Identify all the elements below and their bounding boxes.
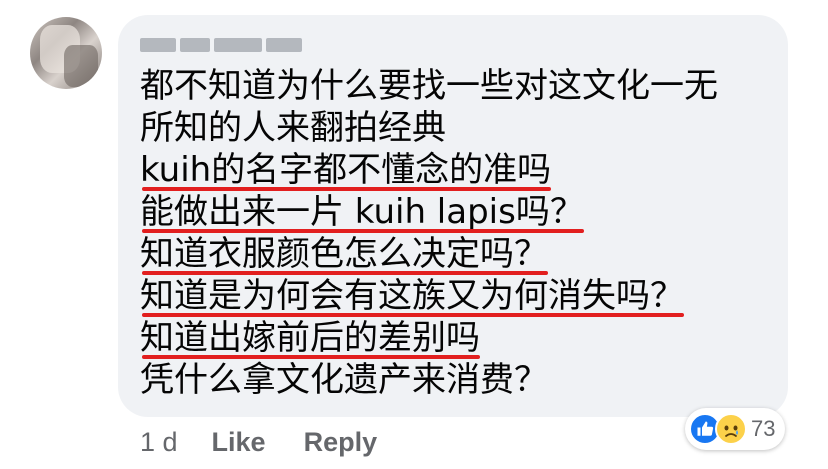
comment-line-underlined: 知道出嫁前后的差别吗 xyxy=(140,319,718,361)
comment-line-underlined: 能做出来一片 kuih lapis吗？ xyxy=(140,193,718,235)
comment-line-text: 知道衣服颜色怎么决定吗？ xyxy=(140,234,548,275)
redaction-block xyxy=(266,38,302,52)
comment-actions: 1 d Like Reply xyxy=(140,424,377,460)
comment-text: 都不知道为什么要找一些对这文化一无 所知的人来翻拍经典 kuih的名字都不懂念的… xyxy=(140,67,718,403)
redaction-block xyxy=(140,38,176,52)
comment-line-text: 凭什么拿文化遗产来消费？ xyxy=(140,360,548,400)
comment-line: 凭什么拿文化遗产来消费？ xyxy=(140,361,718,403)
redaction-block xyxy=(180,38,210,52)
redaction-block xyxy=(214,38,262,52)
comment-line-underlined: 知道衣服颜色怎么决定吗？ xyxy=(140,235,718,277)
comment-line-text: 所知的人来翻拍经典 xyxy=(140,108,446,148)
reactions-summary[interactable]: 73 xyxy=(685,408,786,450)
like-button[interactable]: Like xyxy=(212,427,266,458)
comment-line-text: 知道出嫁前后的差别吗 xyxy=(140,318,480,359)
sad-face-icon xyxy=(715,413,747,445)
avatar[interactable] xyxy=(30,17,102,89)
timestamp[interactable]: 1 d xyxy=(140,427,178,458)
comment-container: 都不知道为什么要找一些对这文化一无 所知的人来翻拍经典 kuih的名字都不懂念的… xyxy=(0,0,828,469)
author-name-redacted[interactable] xyxy=(140,37,312,53)
comment-line-text: 知道是为何会有这族又为何消失吗？ xyxy=(140,276,684,317)
comment-line: 都不知道为什么要找一些对这文化一无 xyxy=(140,67,718,109)
comment-line-text: kuih的名字都不懂念的准吗 xyxy=(140,150,552,191)
reaction-count: 73 xyxy=(751,416,776,441)
comment-line: 所知的人来翻拍经典 xyxy=(140,109,718,151)
comment-line-underlined: 知道是为何会有这族又为何消失吗？ xyxy=(140,277,718,319)
comment-line-underlined: kuih的名字都不懂念的准吗 xyxy=(140,151,718,193)
avatar-blur xyxy=(64,45,98,87)
comment-line-text: 能做出来一片 kuih lapis吗？ xyxy=(140,192,584,233)
comment-bubble: 都不知道为什么要找一些对这文化一无 所知的人来翻拍经典 kuih的名字都不懂念的… xyxy=(118,15,788,417)
comment-line-text: 都不知道为什么要找一些对这文化一无 xyxy=(140,66,718,106)
reply-button[interactable]: Reply xyxy=(304,427,378,458)
